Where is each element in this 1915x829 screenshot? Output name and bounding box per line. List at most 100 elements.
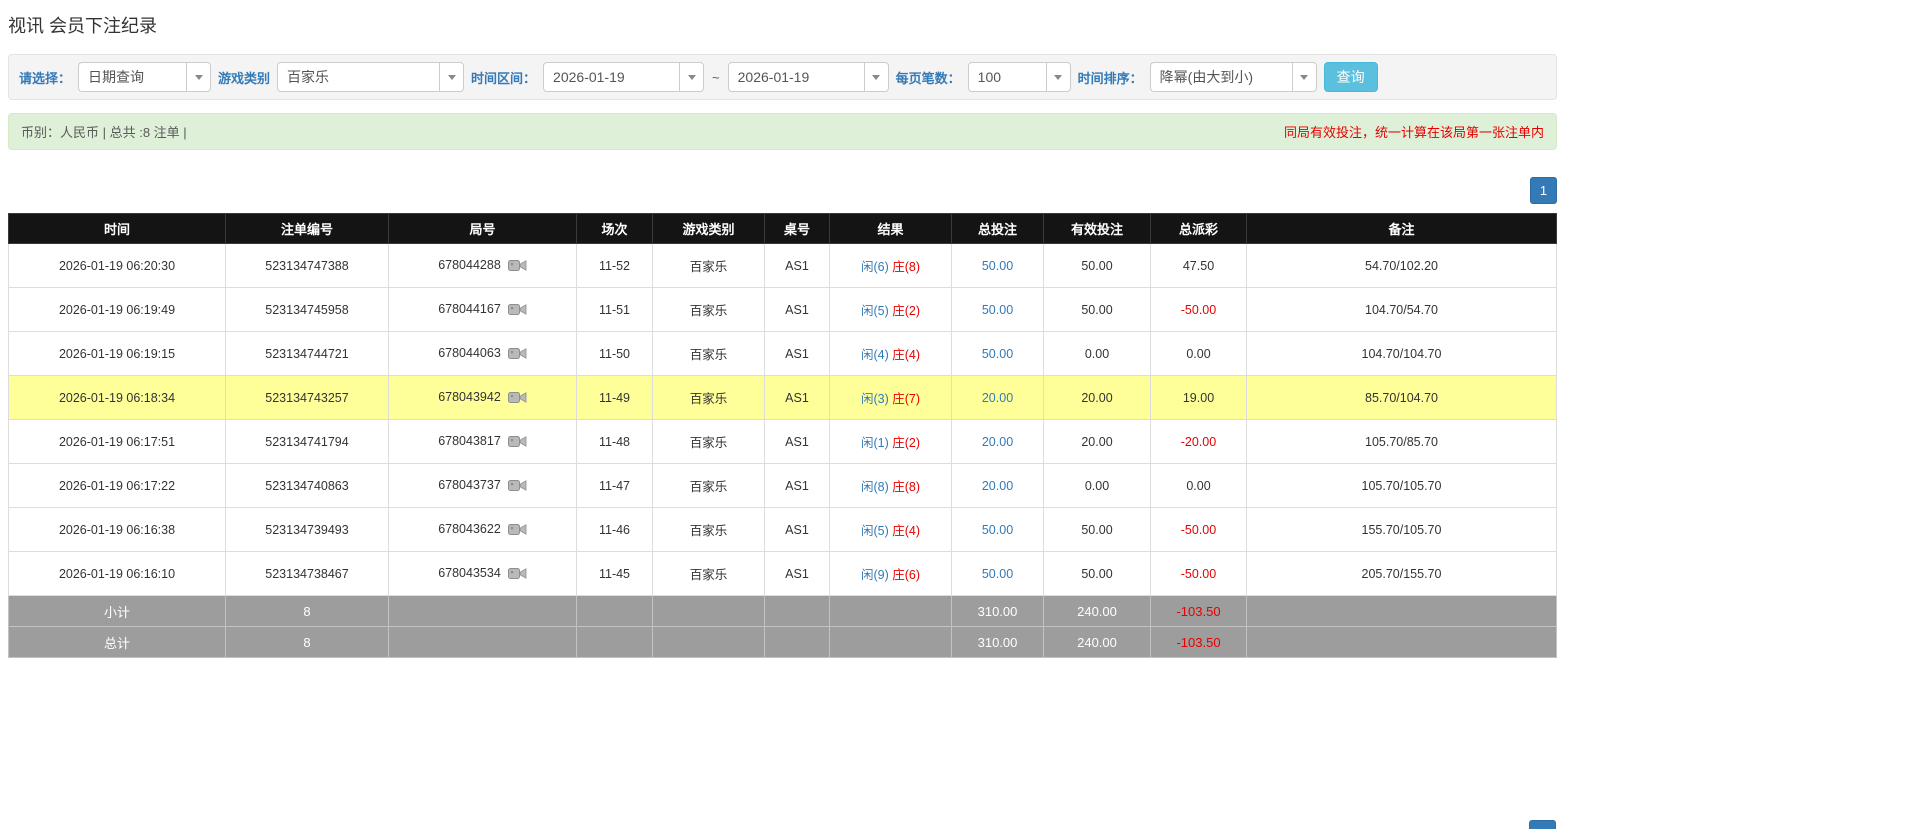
- cell-total-bet: 20.00: [951, 419, 1044, 464]
- total-bet-link[interactable]: 20.00: [982, 435, 1013, 449]
- video-replay-icon[interactable]: [507, 390, 527, 405]
- query-button[interactable]: 查询: [1323, 62, 1378, 92]
- summary-note: 同局有效投注，统一计算在该局第一张注单内: [1283, 125, 1544, 140]
- total-bet-link[interactable]: 50.00: [982, 347, 1013, 361]
- cell-payout: -50.00: [1150, 551, 1247, 596]
- time-sort-dropdown-button[interactable]: [1291, 62, 1317, 92]
- header-round-id: 局号: [388, 213, 577, 244]
- cell-valid-bet: 20.00: [1043, 419, 1151, 464]
- header-session: 场次: [576, 213, 653, 244]
- cell-valid-bet: 50.00: [1043, 551, 1151, 596]
- footer-payout: -103.50: [1150, 595, 1247, 627]
- video-replay-icon[interactable]: [507, 434, 527, 449]
- cell-result: 闲(5) 庄(4): [829, 507, 952, 552]
- cell-remark: 54.70/102.20: [1246, 243, 1557, 288]
- query-type-label: 请选择：: [19, 70, 72, 86]
- cell-payout: -50.00: [1150, 287, 1247, 332]
- caret-down-icon: [1054, 74, 1063, 80]
- total-bet-link[interactable]: 50.00: [982, 303, 1013, 317]
- video-replay-icon[interactable]: [507, 258, 527, 273]
- page-size-label: 每页笔数：: [895, 70, 961, 86]
- cell-game-type: 百家乐: [652, 243, 765, 288]
- total-bet-link[interactable]: 20.00: [982, 479, 1013, 493]
- caret-down-icon: [1300, 74, 1309, 80]
- total-bet-link[interactable]: 20.00: [982, 391, 1013, 405]
- cell-table-no: AS1: [764, 463, 830, 508]
- footer-total-bet: 310.00: [951, 595, 1044, 627]
- round-number: 678043942: [438, 389, 501, 404]
- query-type-input[interactable]: [78, 62, 187, 92]
- cell-round-id: 678043817: [388, 419, 577, 464]
- cell-bet-id: 523134741794: [225, 419, 389, 464]
- cell-payout: 0.00: [1150, 331, 1247, 376]
- result-player: 闲(5): [860, 304, 889, 318]
- cell-valid-bet: 50.00: [1043, 243, 1151, 288]
- page-number-button[interactable]: 1: [1530, 177, 1557, 204]
- page-size-select: [967, 62, 1071, 92]
- video-replay-icon[interactable]: [507, 522, 527, 537]
- video-replay-icon[interactable]: [507, 302, 527, 317]
- date-from-dropdown-button[interactable]: [679, 62, 705, 92]
- total-bet-link[interactable]: 50.00: [982, 523, 1013, 537]
- cell-total-bet: 50.00: [951, 331, 1044, 376]
- cell-valid-bet: 20.00: [1043, 375, 1151, 420]
- cell-result: 闲(3) 庄(7): [829, 375, 952, 420]
- game-type-dropdown-button[interactable]: [439, 62, 465, 92]
- query-type-dropdown-button[interactable]: [186, 62, 212, 92]
- page-size-input[interactable]: [967, 62, 1046, 92]
- table-body: 2026-01-19 06:20:30 523134747388 678044288…: [8, 243, 1557, 596]
- date-from-input[interactable]: [543, 62, 680, 92]
- video-replay-icon[interactable]: [507, 478, 527, 493]
- round-number: 678044167: [438, 301, 501, 316]
- cell-table-no: AS1: [764, 375, 830, 420]
- cell-bet-id: 523134743257: [225, 375, 389, 420]
- video-replay-icon[interactable]: [507, 566, 527, 581]
- caret-down-icon: [447, 74, 456, 80]
- page-title: 视讯 会员下注纪录: [8, 16, 158, 36]
- cell-session: 11-46: [576, 507, 653, 552]
- page-container: 视讯 会员下注纪录 请选择： 游戏类别 时间区间： ~ 每页笔数： 时间排序：: [8, 0, 1557, 658]
- header-payout: 总派彩: [1150, 213, 1247, 244]
- cell-time: 2026-01-19 06:19:49: [8, 287, 226, 332]
- cell-total-bet: 50.00: [951, 287, 1044, 332]
- result-player: 闲(1): [860, 436, 889, 450]
- cell-result: 闲(9) 庄(6): [829, 551, 952, 596]
- cell-table-no: AS1: [764, 419, 830, 464]
- game-type-input[interactable]: [277, 62, 440, 92]
- footer-valid-bet: 240.00: [1043, 626, 1151, 658]
- cell-remark: 85.70/104.70: [1246, 375, 1557, 420]
- footer-empty-cell: [652, 595, 765, 627]
- result-banker: 庄(4): [892, 524, 921, 538]
- cell-session: 11-48: [576, 419, 653, 464]
- footer-empty-cell: [576, 626, 653, 658]
- time-sort-input[interactable]: [1149, 62, 1292, 92]
- cell-bet-id: 523134744721: [225, 331, 389, 376]
- cell-time: 2026-01-19 06:17:22: [8, 463, 226, 508]
- subtotal-row: 小计 8 310.00 240.00 -103.50: [8, 595, 1557, 627]
- cell-round-id: 678043737: [388, 463, 577, 508]
- cell-round-id: 678043622: [388, 507, 577, 552]
- table-header-row: 时间 注单编号 局号 场次 游戏类别 桌号 结果 总投注 有效投注 总派彩 备注: [8, 213, 1557, 244]
- cell-round-id: 678044288: [388, 243, 577, 288]
- table-row: 2026-01-19 06:17:51 523134741794 678043817…: [8, 419, 1557, 464]
- cell-time: 2026-01-19 06:17:51: [8, 419, 226, 464]
- table-row: 2026-01-19 06:18:34 523134743257 678043942…: [8, 375, 1557, 420]
- page-number-button-bottom[interactable]: 1: [1529, 820, 1556, 829]
- footer-empty-cell: [388, 626, 577, 658]
- cell-game-type: 百家乐: [652, 507, 765, 552]
- cell-payout: 0.00: [1150, 463, 1247, 508]
- header-remark: 备注: [1246, 213, 1557, 244]
- date-range-tilde: ~: [712, 69, 720, 85]
- cell-valid-bet: 50.00: [1043, 287, 1151, 332]
- date-to-input[interactable]: [727, 62, 864, 92]
- total-bet-link[interactable]: 50.00: [982, 567, 1013, 581]
- result-player: 闲(5): [860, 524, 889, 538]
- query-type-select: [78, 62, 212, 92]
- video-replay-icon[interactable]: [507, 346, 527, 361]
- result-player: 闲(3): [860, 392, 889, 406]
- cell-remark: 105.70/105.70: [1246, 463, 1557, 508]
- date-to-dropdown-button[interactable]: [863, 62, 889, 92]
- total-bet-link[interactable]: 50.00: [982, 259, 1013, 273]
- page-size-dropdown-button[interactable]: [1045, 62, 1071, 92]
- cell-valid-bet: 0.00: [1043, 463, 1151, 508]
